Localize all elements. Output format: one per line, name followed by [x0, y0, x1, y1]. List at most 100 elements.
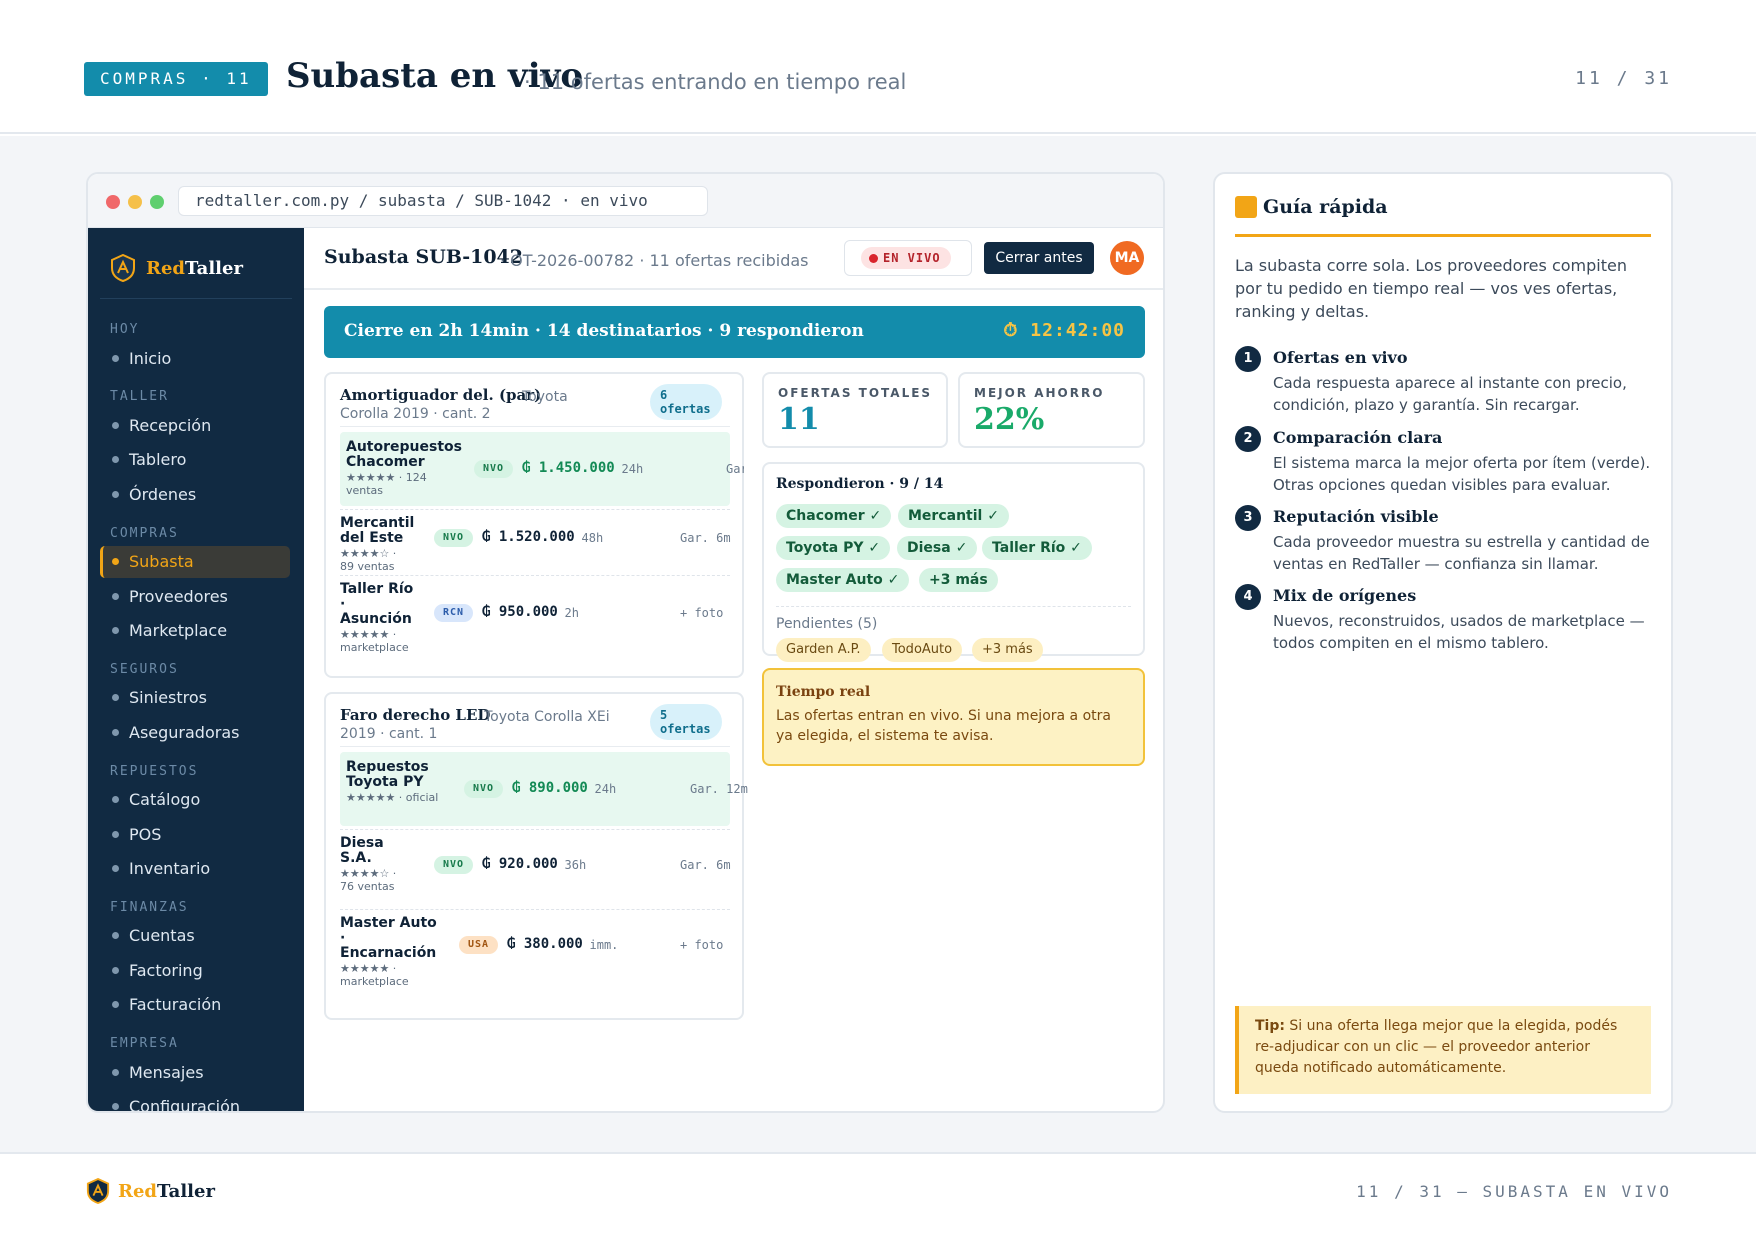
bullet-icon — [112, 728, 119, 736]
responded-chip: Taller Río ✓ — [982, 536, 1092, 560]
step-title: Ofertas en vivo — [1273, 348, 1408, 367]
footer-page: 11 / 31 — SUBASTA EN VIVO — [1356, 1182, 1672, 1201]
guide-step: 3 Reputación visible Cada proveedor muestr… — [1235, 505, 1655, 575]
avatar[interactable]: MA — [1110, 241, 1144, 275]
step-number: 3 — [1235, 505, 1261, 531]
offer-row[interactable]: Taller Río · Asunción ★★★★★ · marketplace… — [340, 578, 730, 656]
tip-text: Si una oferta llega mejor que la elegida… — [1255, 1018, 1618, 1076]
sidebar-item-factoring[interactable]: Factoring — [100, 954, 290, 986]
step-title: Comparación clara — [1273, 428, 1443, 447]
sidebar-section-label: TALLER — [110, 389, 169, 405]
condition-badge: NVO — [434, 856, 474, 874]
pending-chip: Garden A.P. — [776, 638, 871, 662]
responded-chip: Toyota PY ✓ — [776, 536, 891, 560]
sidebar-item-configuración[interactable]: Configuración — [100, 1090, 290, 1113]
sidebar-item-label: Configuración — [129, 1096, 241, 1113]
sidebar-item-pos[interactable]: POS — [100, 818, 290, 850]
offer-price: ₲ 890.000 — [512, 780, 588, 796]
sidebar-item-cuentas[interactable]: Cuentas — [100, 920, 290, 952]
url-bar[interactable]: redtaller.com.py / subasta / SUB-1042 · … — [178, 186, 708, 216]
close-early-button[interactable]: Cerrar antes — [984, 242, 1094, 274]
sidebar-item-recepción[interactable]: Recepción — [100, 409, 290, 441]
warranty: Gar. 6m — [680, 531, 731, 545]
shield-wrench-icon — [111, 254, 135, 282]
warranty: + foto — [680, 606, 724, 620]
offer-price: ₲ 1.450.000 — [522, 460, 615, 476]
divider — [340, 909, 730, 910]
condition-badge: USA — [459, 936, 499, 954]
maximize-window-dot[interactable] — [150, 195, 164, 209]
supplier-name: Autorepuestos Chacomer — [346, 439, 462, 470]
responded-title: Respondieron · 9 / 14 — [776, 476, 944, 492]
responded-chip: Chacomer ✓ — [776, 504, 892, 528]
bullet-icon — [112, 354, 119, 362]
delivery-eta: imm. — [589, 938, 619, 952]
sidebar-item-catálogo[interactable]: Catálogo — [100, 784, 290, 816]
sidebar-item-label: Inventario — [129, 858, 211, 878]
divider — [340, 746, 730, 747]
quick-guide: Guía rápida La subasta corre sola. Los p… — [1213, 172, 1673, 1113]
sidebar-item-tablero[interactable]: Tablero — [100, 444, 290, 476]
supplier-rating: ★★★★★ · 124 ventas — [346, 471, 427, 497]
divider — [340, 575, 730, 576]
offer-price: ₲ 380.000 — [507, 936, 583, 952]
delivery-eta: 48h — [581, 531, 604, 545]
stat-value: 11 — [778, 402, 820, 437]
responded-card: Respondieron · 9 / 14 Pendientes (5) Cha… — [762, 462, 1145, 662]
offer-row[interactable]: Diesa S.A. ★★★★☆ · 76 ventas NVO ₲ 920.000 3… — [340, 832, 731, 906]
offer-row[interactable]: Mercantil del Este ★★★★☆ · 89 ventas NVO ₲ … — [340, 512, 731, 574]
realtime-note: Tiempo real Las ofertas entran en vivo. … — [762, 668, 1145, 766]
pending-chip: TodoAuto — [882, 638, 963, 662]
countdown-clock: ⏱ 12:42:00 — [1003, 320, 1125, 341]
bullet-icon — [112, 864, 119, 872]
section-tag: COMPRAS · 11 — [84, 62, 268, 96]
bullet-icon — [112, 932, 119, 940]
sidebar-item-facturación[interactable]: Facturación — [100, 989, 290, 1021]
sidebar-item-órdenes[interactable]: Órdenes — [100, 478, 290, 510]
responded-chip: Mercantil ✓ — [898, 504, 1009, 528]
step-number: 4 — [1235, 584, 1261, 610]
offer-price: ₲ 1.520.000 — [482, 529, 575, 545]
sidebar-item-label: Mensajes — [129, 1062, 204, 1082]
part-card: Faro derecho LED Toyota Corolla XEi 2019 … — [324, 692, 748, 1020]
step-number: 2 — [1235, 426, 1261, 452]
guide-title: Guía rápida — [1235, 196, 1388, 218]
part-card: Amortiguador del. (par) Toyota Corolla 20… — [324, 372, 744, 678]
offer-row[interactable]: Autorepuestos Chacomer ★★★★★ · 124 ventas… — [340, 432, 744, 506]
step-number: 1 — [1235, 346, 1261, 372]
offers-count-badge: 6 ofertas — [650, 384, 722, 420]
shield-wrench-icon — [86, 1178, 110, 1204]
offers-count-badge: 5 ofertas — [650, 704, 722, 740]
tip-label: Tip: — [1255, 1018, 1285, 1034]
divider — [340, 829, 730, 830]
sidebar-item-label: Marketplace — [129, 620, 228, 640]
brand-red: Red — [146, 257, 185, 279]
supplier-rating: ★★★★★ · marketplace — [340, 628, 409, 654]
red-dot-icon — [869, 254, 878, 263]
sidebar-item-proveedores[interactable]: Proveedores — [100, 580, 290, 612]
warranty: + foto — [680, 938, 724, 952]
sidebar-item-siniestros[interactable]: Siniestros — [100, 682, 290, 714]
sidebar-item-subasta[interactable]: Subasta — [100, 545, 290, 578]
offer-row[interactable]: Master Auto · Encarnación ★★★★★ · marketp… — [340, 912, 730, 989]
part-vehicle: Toyota Corolla 2019 · cant. 2 — [340, 389, 568, 422]
auction-subtitle: · OT-2026-00782 · 11 ofertas recibidas — [500, 251, 809, 270]
sidebar-item-aseguradoras[interactable]: Aseguradoras — [100, 716, 290, 748]
sidebar-item-marketplace[interactable]: Marketplace — [100, 614, 290, 646]
sidebar-logo[interactable]: RedTaller — [110, 252, 243, 284]
delivery-eta: 24h — [594, 782, 617, 796]
guide-step: 1 Ofertas en vivo Cada respuesta aparece a… — [1235, 346, 1655, 416]
minimize-window-dot[interactable] — [128, 195, 142, 209]
browser-chrome: redtaller.com.py / subasta / SUB-1042 · … — [88, 174, 1163, 228]
slide-footer: RedTaller 11 / 31 — SUBASTA EN VIVO — [0, 1152, 1756, 1242]
app-window: redtaller.com.py / subasta / SUB-1042 · … — [86, 172, 1165, 1113]
sidebar-item-inventario[interactable]: Inventario — [100, 852, 290, 884]
offer-price: ₲ 950.000 — [482, 604, 558, 620]
close-window-dot[interactable] — [106, 195, 120, 209]
offer-row[interactable]: Repuestos Toyota PY ★★★★★ · oficial NVO ₲ 8… — [340, 752, 748, 826]
sidebar-item-mensajes[interactable]: Mensajes — [100, 1056, 290, 1088]
sidebar: RedTaller HOY Inicio TALLER Recepción Tabler… — [88, 228, 304, 1113]
sidebar-item-inicio[interactable]: Inicio — [100, 342, 290, 374]
warranty: Gar. 12m — [726, 462, 744, 476]
sidebar-section-label: HOY — [110, 322, 140, 337]
